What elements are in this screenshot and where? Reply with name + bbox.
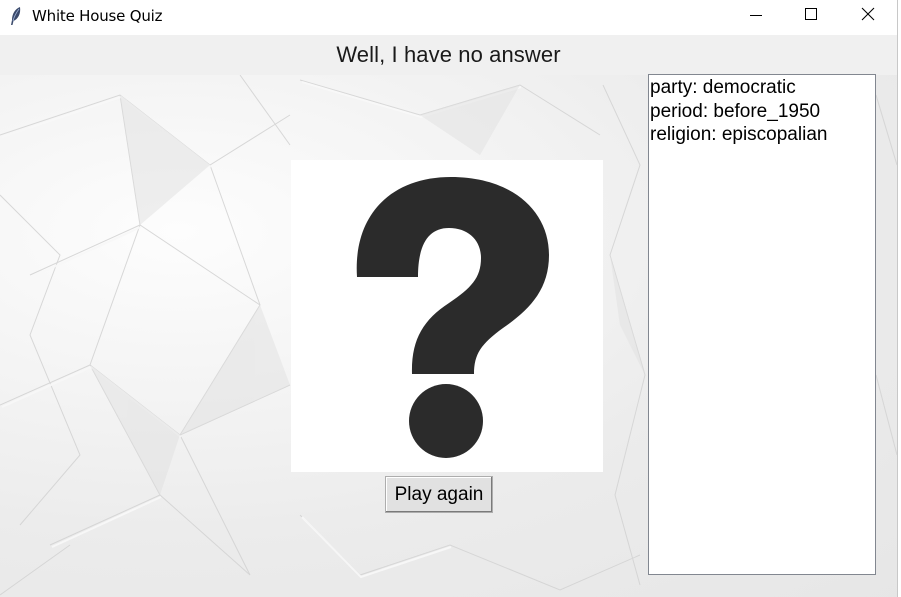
minimize-icon (750, 15, 762, 16)
window-border (897, 0, 901, 597)
play-again-button[interactable]: Play again (385, 476, 493, 513)
feather-icon (9, 6, 23, 26)
result-label: Well, I have no answer (336, 42, 561, 67)
info-line-period: period: before_1950 (650, 100, 821, 122)
question-mark-icon (356, 177, 549, 458)
window-title: White House Quiz (32, 7, 163, 25)
header-bar: Well, I have no answer (0, 35, 897, 75)
close-button[interactable] (845, 0, 891, 32)
minimize-button[interactable] (733, 0, 779, 32)
title-bar[interactable]: White House Quiz (0, 0, 897, 32)
portrait-image (291, 160, 603, 472)
info-line-religion: religion: episcopalian (650, 124, 828, 145)
info-text-panel[interactable]: party: democratic period: before_1950 re… (648, 74, 876, 575)
app-window: White House Quiz Well, I have no answer (0, 0, 901, 597)
close-icon (861, 7, 875, 21)
info-line-party: party: democratic (650, 77, 796, 98)
maximize-icon (805, 8, 817, 20)
maximize-button[interactable] (788, 0, 834, 32)
